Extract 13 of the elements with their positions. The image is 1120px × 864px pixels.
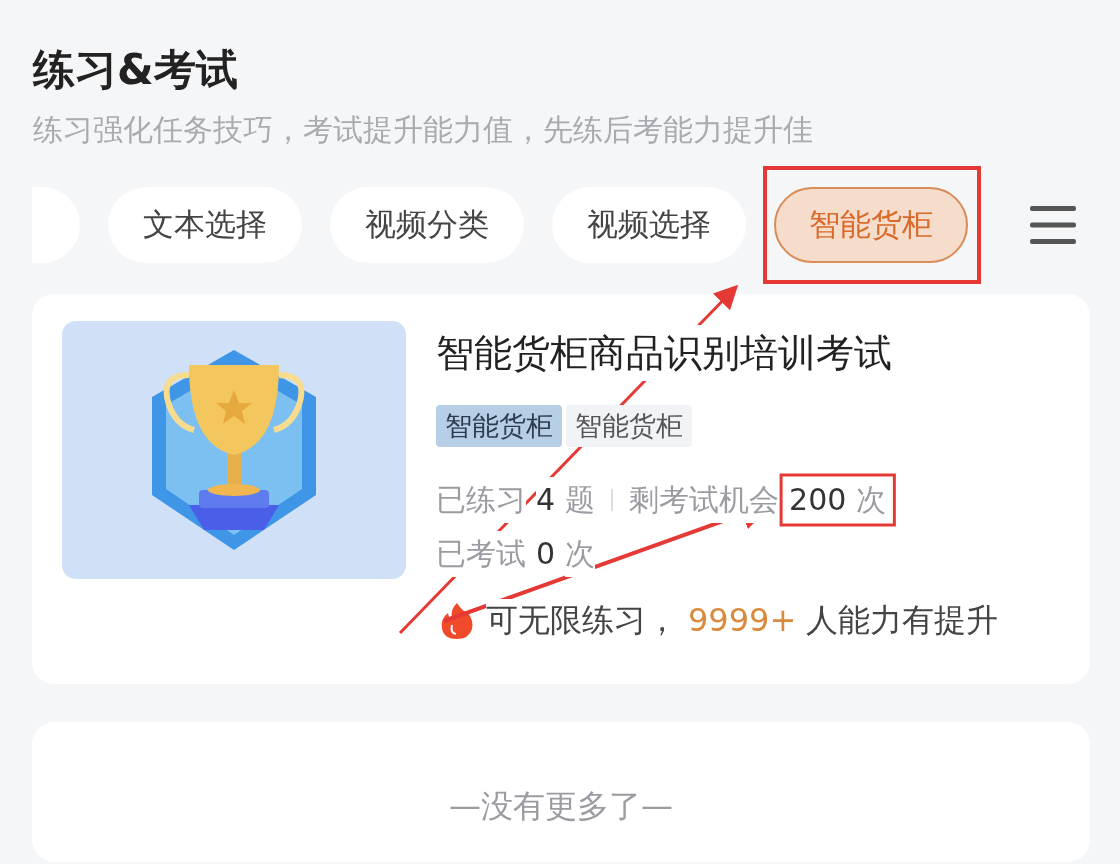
category-tag: 智能货柜 — [436, 405, 562, 447]
page-title: 练习&考试 — [33, 44, 238, 96]
flame-icon — [440, 601, 474, 641]
category-tab[interactable]: 文本选择 — [108, 187, 302, 263]
exam-card[interactable]: 智能货柜商品识别培训考试 智能货柜 智能货柜 已练习 4 题 剩考试机会 200 次 已考试 0 次 可无限练习， 9999+ 人能力有提升 — [32, 294, 1090, 684]
stat-label: 已考试 — [436, 531, 526, 577]
page-subtitle: 练习强化任务技巧，考试提升能力值，先练后考能力提升佳 — [33, 111, 813, 149]
menu-icon[interactable] — [1030, 205, 1076, 245]
end-of-list-text: —没有更多了— — [449, 786, 673, 826]
exam-title: 智能货柜商品识别培训考试 — [436, 325, 892, 381]
category-tag: 智能货柜 — [566, 405, 692, 447]
category-tab[interactable]: 视频分类 — [330, 187, 524, 263]
category-tab[interactable]: 视频选择 — [552, 187, 746, 263]
